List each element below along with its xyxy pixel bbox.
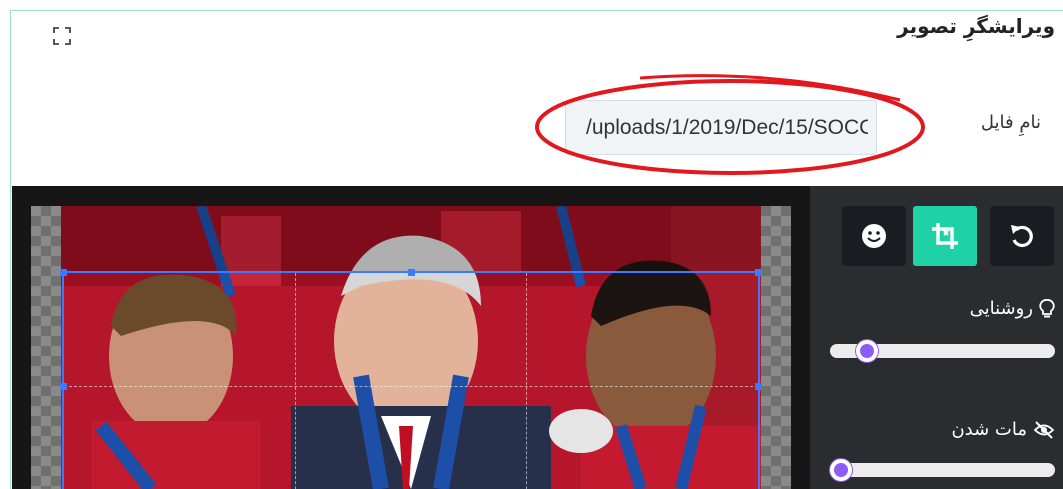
- fullscreen-icon[interactable]: [53, 27, 71, 45]
- editor-area: روشنایی مات شدن: [12, 186, 1063, 489]
- eye-slash-icon: [1033, 420, 1055, 439]
- smiley-icon: [862, 224, 886, 248]
- crop-handle-left[interactable]: [60, 383, 67, 390]
- crop-outside-shade: [61, 206, 761, 271]
- sticker-button[interactable]: [842, 206, 906, 266]
- brightness-label-row: روشنایی: [970, 298, 1055, 319]
- blur-label: مات شدن: [951, 419, 1027, 440]
- crop-box[interactable]: [60, 269, 762, 489]
- crop-button[interactable]: [913, 206, 977, 266]
- crop-handle-top-left[interactable]: [60, 269, 67, 276]
- blur-slider-thumb[interactable]: [830, 459, 852, 481]
- brightness-slider-thumb[interactable]: [856, 340, 879, 362]
- crop-icon: [932, 223, 958, 249]
- page-title: ویرایشگرِ تصویر: [897, 14, 1055, 38]
- crop-grid-line: [64, 386, 758, 387]
- crop-handle-right[interactable]: [755, 383, 762, 390]
- image-canvas[interactable]: [31, 206, 791, 489]
- blur-slider[interactable]: [830, 459, 1055, 481]
- crop-grid-line: [295, 273, 297, 489]
- tools-panel: روشنایی مات شدن: [810, 186, 1063, 489]
- crop-handle-top-right[interactable]: [755, 269, 762, 276]
- lightbulb-icon: [1039, 298, 1055, 317]
- rotate-button[interactable]: [990, 206, 1054, 266]
- crop-grid-line: [526, 273, 528, 489]
- rotate-icon: [1011, 225, 1033, 248]
- blur-label-row: مات شدن: [951, 419, 1055, 440]
- file-name-label: نامِ فایل: [980, 112, 1041, 133]
- red-annotation-circle: [535, 74, 925, 175]
- brightness-slider[interactable]: [830, 340, 1055, 362]
- crop-handle-top[interactable]: [408, 269, 415, 276]
- brightness-label: روشنایی: [969, 298, 1033, 319]
